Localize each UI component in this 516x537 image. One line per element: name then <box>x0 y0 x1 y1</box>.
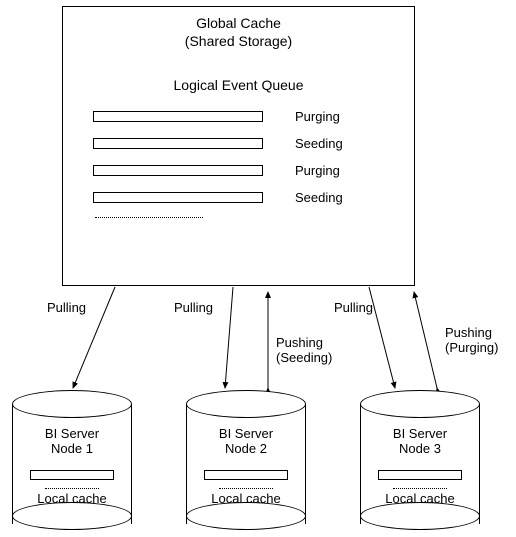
arrow-label-pulling-node2: Pulling <box>174 300 213 315</box>
local-cache-label: Local cache <box>186 491 306 506</box>
event-queue-bar <box>93 138 263 149</box>
node-title: BI Server <box>186 426 306 441</box>
global-cache-box: Global Cache (Shared Storage) Logical Ev… <box>62 6 415 286</box>
global-cache-subtitle: (Shared Storage) <box>63 33 414 49</box>
bi-server-node-3: BI Server Node 3 Local cache <box>360 390 480 530</box>
arrow-label-pushing-detail-node2: (Seeding) <box>276 350 332 365</box>
cylinder-content: BI Server Node 3 Local cache <box>360 426 480 506</box>
event-queue-list: Purging Seeding Purging Seeding <box>63 109 414 218</box>
node-title: BI Server <box>12 426 132 441</box>
local-cache-bar <box>204 470 288 480</box>
cylinder-content: BI Server Node 1 Local cache <box>12 426 132 506</box>
event-queue-label: Purging <box>295 109 340 124</box>
local-cache-label: Local cache <box>360 491 480 506</box>
arrow-label-pulling-node1: Pulling <box>47 300 86 315</box>
arrow-label-pushing-detail-node3: (Purging) <box>445 340 498 355</box>
cylinder-top-icon <box>360 390 480 418</box>
cylinder-top-icon <box>12 390 132 418</box>
cylinder-bottom-icon <box>360 502 480 530</box>
local-cache-more-icon <box>219 488 273 489</box>
arrow-label-pulling-node3: Pulling <box>334 300 373 315</box>
local-cache-more-icon <box>393 488 447 489</box>
event-queue-bar <box>93 165 263 176</box>
event-queue-more-icon <box>95 217 203 218</box>
bi-server-node-1: BI Server Node 1 Local cache <box>12 390 132 530</box>
event-queue-row: Purging <box>63 163 414 178</box>
logical-event-queue-title: Logical Event Queue <box>63 77 414 93</box>
local-cache-bar <box>30 470 114 480</box>
event-queue-bar <box>93 192 263 203</box>
bi-server-node-2: BI Server Node 2 Local cache <box>186 390 306 530</box>
node-subtitle: Node 1 <box>12 441 132 456</box>
event-queue-label: Purging <box>295 163 340 178</box>
event-queue-row: Seeding <box>63 190 414 205</box>
cylinder-bottom-icon <box>186 502 306 530</box>
local-cache-label: Local cache <box>12 491 132 506</box>
node-title: BI Server <box>360 426 480 441</box>
global-cache-title: Global Cache <box>63 15 414 31</box>
event-queue-row: Seeding <box>63 136 414 151</box>
local-cache-bar <box>378 470 462 480</box>
cylinder-bottom-icon <box>12 502 132 530</box>
arrow-label-pushing-node3: Pushing <box>445 325 492 340</box>
event-queue-row: Purging <box>63 109 414 124</box>
cylinder-content: BI Server Node 2 Local cache <box>186 426 306 506</box>
node-subtitle: Node 3 <box>360 441 480 456</box>
event-queue-label: Seeding <box>295 136 343 151</box>
arrow-label-pushing-node2: Pushing <box>276 335 323 350</box>
event-queue-label: Seeding <box>295 190 343 205</box>
node-subtitle: Node 2 <box>186 441 306 456</box>
event-queue-bar <box>93 111 263 122</box>
cylinder-top-icon <box>186 390 306 418</box>
local-cache-more-icon <box>45 488 99 489</box>
